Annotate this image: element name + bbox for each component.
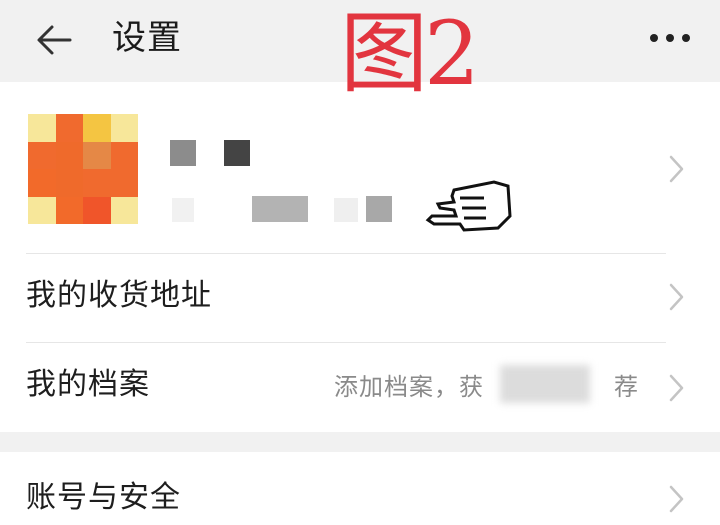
redacted-id: [172, 198, 194, 222]
more-dots-icon: [682, 34, 690, 42]
chevron-right-icon: [669, 283, 684, 311]
figure-label-overlay: 图2: [340, 2, 480, 105]
chevron-right-icon: [669, 485, 684, 513]
redacted-id: [366, 196, 392, 222]
more-dots-icon: [650, 34, 658, 42]
menu-item-label: 账号与安全: [26, 480, 181, 515]
section-gap: [0, 432, 720, 452]
menu-item-label: 我的档案: [26, 367, 150, 402]
redacted-id: [334, 198, 358, 222]
redacted-id: [252, 196, 308, 222]
avatar: [28, 114, 138, 224]
menu-item-address[interactable]: 我的收货地址: [0, 254, 720, 342]
menu-item-account-security[interactable]: 账号与安全: [0, 452, 720, 525]
chevron-right-icon: [669, 374, 684, 402]
back-button[interactable]: [30, 18, 78, 62]
menu-item-hint-tail: 荐: [614, 373, 639, 401]
more-dots-icon: [666, 34, 674, 42]
more-button[interactable]: [646, 22, 696, 52]
settings-screen: 设置 图2 我的收货地址 我的档案 添加档案，获 荐 账号与安全: [0, 0, 720, 525]
arrow-left-icon: [37, 25, 72, 55]
redacted-hint: [500, 365, 590, 403]
redacted-name: [170, 140, 196, 166]
pointing-hand-icon: [425, 180, 512, 232]
redacted-name: [224, 140, 250, 166]
page-title: 设置: [112, 18, 182, 58]
menu-item-profile[interactable]: 我的档案 添加档案，获 荐: [0, 343, 720, 431]
chevron-right-icon: [669, 155, 684, 183]
menu-item-label: 我的收货地址: [26, 278, 212, 313]
menu-item-hint: 添加档案，获: [334, 373, 484, 401]
profile-row[interactable]: [0, 92, 720, 252]
